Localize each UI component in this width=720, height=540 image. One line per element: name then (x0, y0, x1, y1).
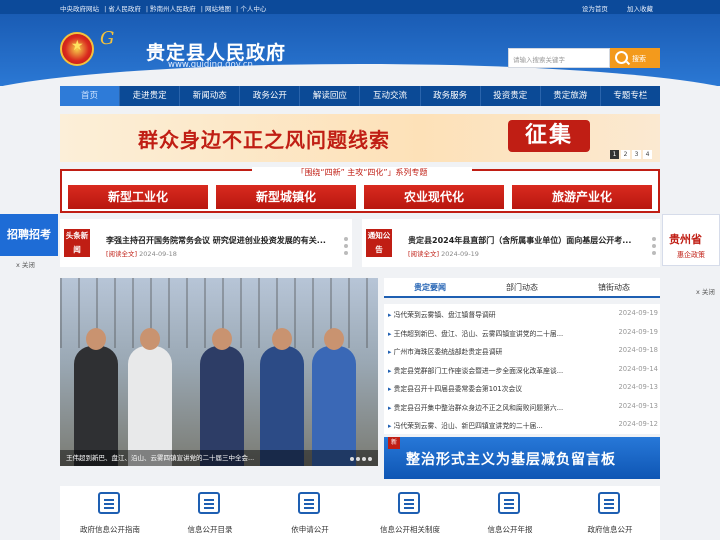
close-left-ad-button[interactable]: x 关闭 (16, 259, 35, 269)
link-gov-disclosure[interactable]: 政府信息公开 (560, 486, 660, 540)
guiding-logo-icon: G (100, 28, 115, 49)
headline-card: 头条新闻 李强主持召开国务院常务会议 研究促进创业投资发展的有关... [阅读全… (60, 219, 352, 267)
apply-icon (298, 492, 320, 514)
list-item[interactable]: 王伟超到新巴、盘江、沿山、云雾四镇宣讲党的二十届...2024-09-19 (384, 323, 660, 342)
disclosure-icon (598, 492, 620, 514)
top-link-personal-center[interactable]: 个人中心 (240, 5, 266, 13)
headline-pager[interactable] (344, 237, 348, 258)
policy-float-ad[interactable]: 贵州省 惠企政策 (662, 214, 720, 266)
nav-item-home[interactable]: 首页 (60, 86, 121, 106)
banner-pager: 1 2 3 4 (610, 150, 652, 159)
news-list: 冯代荣到云雾镇、盘江镇督导调研2024-09-19 王伟超到新巴、盘江、沿山、云… (384, 304, 660, 434)
banner-page-2[interactable]: 2 (621, 150, 630, 159)
national-emblem-icon (60, 32, 94, 66)
notice-card: 通知公告 贵定县2024年县直部门（含所属事业单位）面向基层公开考... [阅读… (362, 219, 660, 267)
read-more-link[interactable]: [阅读全文] (408, 250, 439, 258)
photo-person (200, 328, 244, 466)
link-disclosure-rules[interactable]: 信息公开相关制度 (360, 486, 460, 540)
link-disclosure-catalog[interactable]: 信息公开目录 (160, 486, 260, 540)
new-badge: 新 (388, 437, 400, 449)
search-button-label: 搜索 (632, 55, 646, 63)
news-tabs: 贵定要闻 部门动态 镇街动态 (384, 278, 660, 298)
list-item[interactable]: 冯代荣到云雾镇、盘江镇督导调研2024-09-19 (384, 304, 660, 323)
banner-text: 群众身边不正之风问题线索 (138, 128, 390, 152)
set-homepage-link[interactable]: 设为首页 (582, 5, 608, 13)
top-link-central-gov[interactable]: 中央政府网站 (60, 5, 99, 13)
tab-department-news[interactable]: 部门动态 (476, 278, 568, 296)
nav-item-news[interactable]: 新闻动态 (180, 86, 241, 106)
photo-caption: 王伟超到新巴、盘江、沿山、云雾四镇宣讲党的二十届三中全会... (60, 450, 378, 466)
photo-person (74, 328, 118, 466)
nav-item-gov-affairs[interactable]: 政务公开 (240, 86, 301, 106)
notice-date: 2024-09-19 (441, 250, 479, 258)
search-input[interactable]: 请输入搜索关键字 (508, 48, 610, 68)
photo-person (312, 328, 356, 466)
rules-icon (398, 492, 420, 514)
site-url: www.guiding.gov.cn (168, 60, 253, 70)
special-topic-header: 「围绕“四新” 主攻“四化”」系列专题 (252, 167, 472, 179)
banner-page-3[interactable]: 3 (632, 150, 641, 159)
read-more-link[interactable]: [阅读全文] (106, 250, 137, 258)
headline-title[interactable]: 李强主持召开国务院常务会议 研究促进创业投资发展的有关... (106, 235, 346, 246)
add-favorite-link[interactable]: 加入收藏 (627, 5, 653, 13)
top-links-bar: 中央政府网站 | 省人民政府 | 黔南州人民政府 | 网站地图 | 个人中心 设… (0, 0, 720, 14)
catalog-icon (198, 492, 220, 514)
link-annual-report[interactable]: 信息公开年报 (460, 486, 560, 540)
news-photo-slider[interactable]: 王伟超到新巴、盘江、沿山、云雾四镇宣讲党的二十届三中全会... (60, 278, 378, 466)
report-icon (498, 492, 520, 514)
headline-date: 2024-09-18 (139, 250, 177, 258)
topic-agriculture[interactable]: 农业现代化 (364, 185, 504, 209)
nav-item-tourism[interactable]: 贵定旅游 (541, 86, 601, 106)
list-item[interactable]: 贵定县召开集中整治群众身边不正之风和腐败问题第六...2024-09-13 (384, 397, 660, 416)
promo-title: 整治形式主义为基层减负留言板 (406, 452, 616, 468)
topic-industrialization[interactable]: 新型工业化 (68, 185, 208, 209)
banner-page-1[interactable]: 1 (610, 150, 619, 159)
special-topic-panel: 「围绕“四新” 主攻“四化”」系列专题 新型工业化 新型城镇化 农业现代化 旅游… (60, 167, 660, 213)
banner-page-4[interactable]: 4 (643, 150, 652, 159)
nav-item-interpretation[interactable]: 解读回应 (300, 86, 361, 106)
photo-person (260, 328, 304, 466)
close-right-ad-button[interactable]: x 关闭 (696, 286, 715, 296)
link-disclosure-guide[interactable]: 政府信息公开指南 (60, 486, 160, 540)
nav-item-about[interactable]: 走进贵定 (120, 86, 181, 106)
top-link-province-gov[interactable]: 省人民政府 (108, 5, 141, 13)
info-disclosure-links: 政府信息公开指南 信息公开目录 依申请公开 信息公开相关制度 信息公开年报 政府… (60, 486, 660, 540)
photo-pager[interactable] (350, 457, 372, 461)
policy-ad-subtitle: 惠企政策 (677, 251, 705, 259)
banner-badge: 征集 (508, 120, 590, 152)
list-item[interactable]: 贵定县召开十四届县委常委会第101次会议2024-09-13 (384, 378, 660, 397)
list-item[interactable]: 贵定县党群部门工作座谈会暨进一步全面深化改革座谈...2024-09-14 (384, 360, 660, 379)
topic-urbanization[interactable]: 新型城镇化 (216, 185, 356, 209)
tab-town-news[interactable]: 镇街动态 (568, 278, 660, 296)
list-item[interactable]: 广州市海珠区委统战部赴贵定县调研2024-09-18 (384, 341, 660, 360)
top-link-sitemap[interactable]: 网站地图 (205, 5, 231, 13)
nav-item-topics[interactable]: 专题专栏 (601, 86, 660, 106)
main-nav: 首页 走进贵定 新闻动态 政务公开 解读回应 互动交流 政务服务 投资贵定 贵定… (60, 86, 660, 106)
tab-local-news[interactable]: 贵定要闻 (384, 278, 476, 296)
list-item[interactable]: 冯代荣到云雾、沿山、新巴四镇宣讲党的二十届...2024-09-12 (384, 415, 660, 434)
topic-tourism[interactable]: 旅游产业化 (512, 185, 652, 209)
headline-tag: 头条新闻 (64, 229, 90, 257)
nav-item-services[interactable]: 政务服务 (421, 86, 481, 106)
burden-reduction-board-banner[interactable]: 新 整治形式主义为基层减负留言板 (384, 437, 660, 479)
notice-tag: 通知公告 (366, 229, 392, 257)
document-icon (98, 492, 120, 514)
search-icon (615, 51, 628, 64)
link-apply-disclosure[interactable]: 依申请公开 (260, 486, 360, 540)
recruitment-float-ad[interactable]: 招聘招考 (0, 214, 58, 256)
announcement-banner[interactable]: 群众身边不正之风问题线索 征集 1 2 3 4 (60, 114, 660, 162)
top-link-prefecture-gov[interactable]: 黔南州人民政府 (150, 5, 196, 13)
photo-person (128, 328, 172, 466)
nav-item-investment[interactable]: 投资贵定 (481, 86, 541, 106)
nav-item-interaction[interactable]: 互动交流 (360, 86, 421, 106)
search-button[interactable]: 搜索 (610, 48, 660, 68)
notice-pager[interactable] (652, 237, 656, 258)
policy-ad-title: 贵州省 (669, 233, 702, 246)
notice-title[interactable]: 贵定县2024年县直部门（含所属事业单位）面向基层公开考... (408, 235, 648, 246)
